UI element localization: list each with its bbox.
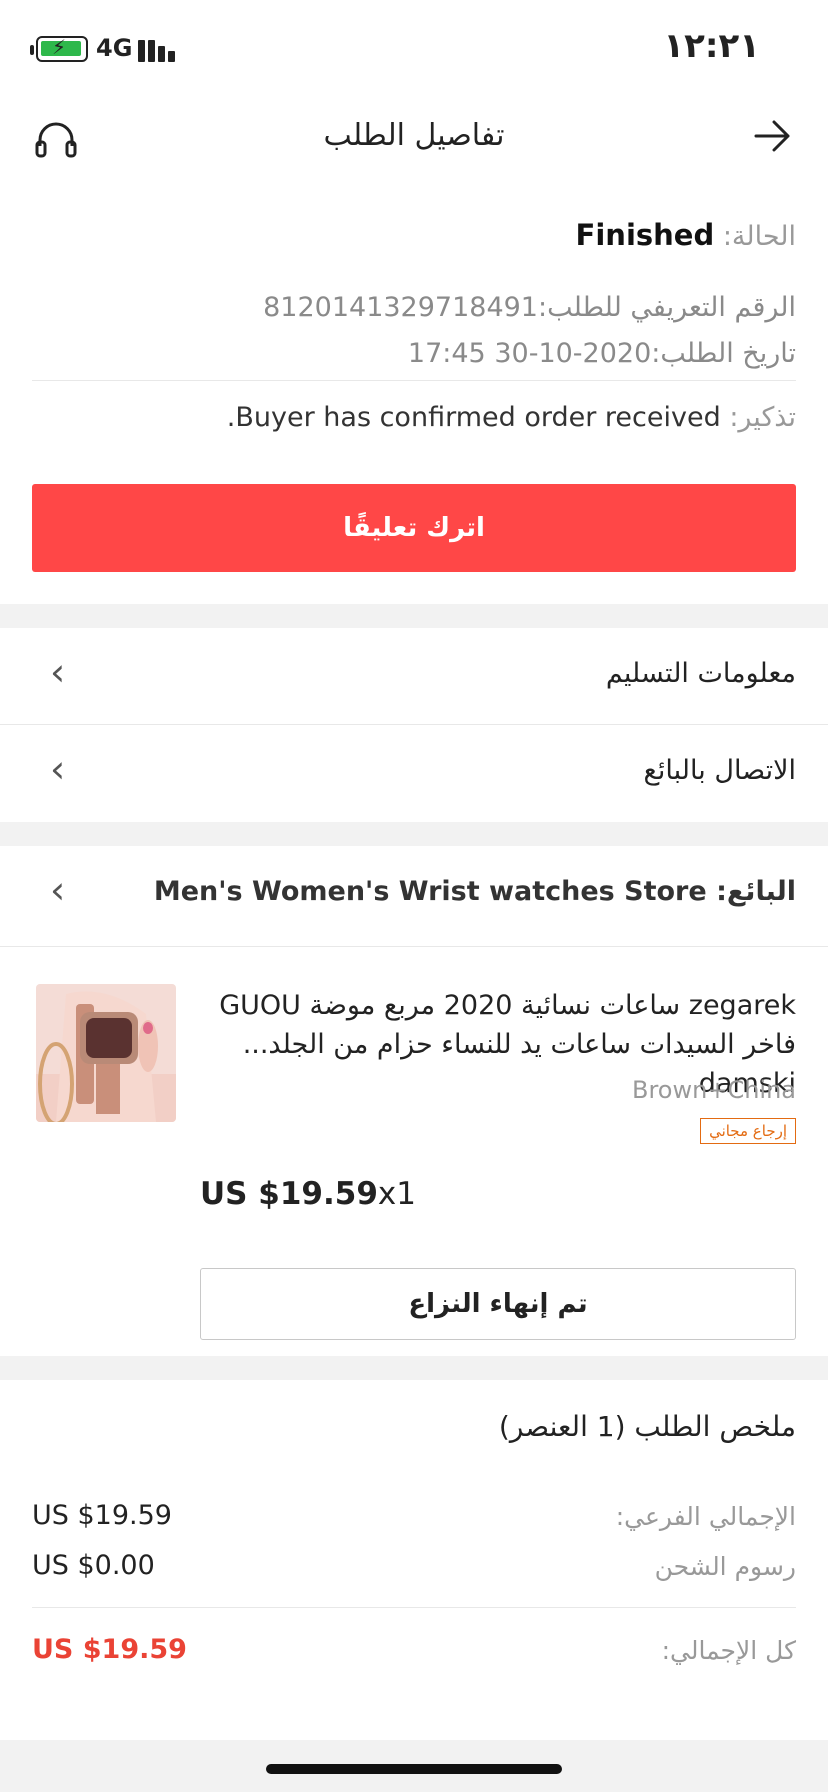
chevron-left-icon: ‹ [50, 747, 66, 791]
section-gap [0, 1356, 828, 1380]
total-label: كل الإجمالي: [661, 1636, 796, 1665]
product-image[interactable] [36, 984, 176, 1122]
seller-label: البائع: [716, 876, 796, 907]
contact-seller-row[interactable]: الاتصال بالبائع ‹ [0, 725, 828, 821]
subtotal-value: US $19.59 [32, 1500, 172, 1531]
home-indicator[interactable] [266, 1764, 562, 1774]
delivery-info-label: معلومات التسليم [605, 658, 796, 689]
network-type: 4G [96, 34, 133, 62]
reminder-text: Buyer has confirmed order received. [226, 402, 721, 433]
chevron-left-icon: ‹ [50, 650, 66, 694]
dispute-closed-button[interactable]: تم إنهاء النزاع [200, 1268, 796, 1340]
section-gap [0, 822, 828, 846]
total-value: US $19.59 [32, 1634, 187, 1665]
summary-title: ملخص الطلب (1 العنصر) [498, 1410, 796, 1443]
contact-seller-label: الاتصال بالبائع [643, 755, 796, 786]
page-title: تفاصيل الطلب [323, 118, 505, 153]
product-price: US $19.59x1 [200, 1176, 416, 1212]
chevron-left-icon: ‹ [50, 868, 66, 912]
price-value: US $19.59 [200, 1176, 378, 1212]
divider [0, 946, 828, 947]
product-sku: Brown+China [632, 1076, 796, 1104]
order-date: تاريخ الطلب:2020-10-30 17:45 [407, 338, 796, 369]
order-id: الرقم التعريفي للطلب:8120141329718491 [263, 292, 796, 323]
reminder-label: تذكير: [729, 402, 796, 433]
delivery-info-row[interactable]: معلومات التسليم ‹ [0, 628, 828, 724]
arrow-right-icon[interactable] [752, 116, 792, 165]
order-reminder: تذكير: Buyer has confirmed order receive… [227, 402, 796, 433]
status-bar: ⚡ 4G ١٢:٢١ [0, 0, 828, 100]
signal-icon [138, 36, 182, 62]
status-value: Finished [575, 218, 715, 252]
section-gap [0, 604, 828, 628]
product-title-line: zegarek ساعات نسائية 2020 مربع موضة GUOU [219, 990, 796, 1021]
seller-name: Men's Women's Wrist watches Store [153, 876, 707, 907]
shipping-label: رسوم الشحن [654, 1552, 796, 1581]
quantity: x1 [377, 1176, 416, 1212]
divider [32, 1607, 796, 1608]
seller-info: البائع: Men's Women's Wrist watches Stor… [154, 876, 796, 907]
clock: ١٢:٢١ [663, 26, 760, 66]
shipping-value: US $0.00 [32, 1550, 155, 1581]
subtotal-label: الإجمالي الفرعي: [615, 1502, 796, 1531]
order-status: الحالة: Finished [576, 218, 796, 252]
battery-icon: ⚡ [30, 35, 88, 62]
free-return-badge: إرجاع مجاني [700, 1118, 796, 1144]
leave-feedback-button[interactable]: اترك تعليقًا [32, 484, 796, 572]
status-label: الحالة: [722, 221, 796, 252]
divider [32, 380, 796, 381]
seller-row[interactable]: البائع: Men's Women's Wrist watches Stor… [0, 846, 828, 942]
